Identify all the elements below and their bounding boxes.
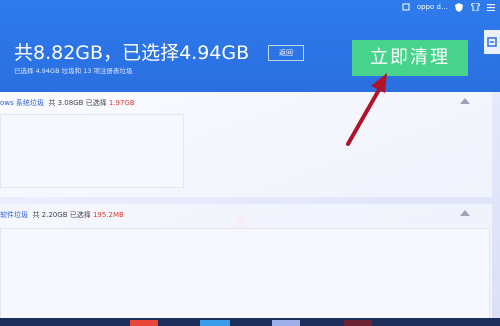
taskbar-app-icon[interactable] (200, 320, 230, 326)
taskbar-app-icon[interactable] (130, 320, 158, 326)
red-arrow-annotation (346, 73, 387, 146)
taskbar-app-icon[interactable] (344, 320, 372, 326)
taskbar (0, 318, 500, 326)
taskbar-app-icon[interactable] (272, 320, 300, 326)
